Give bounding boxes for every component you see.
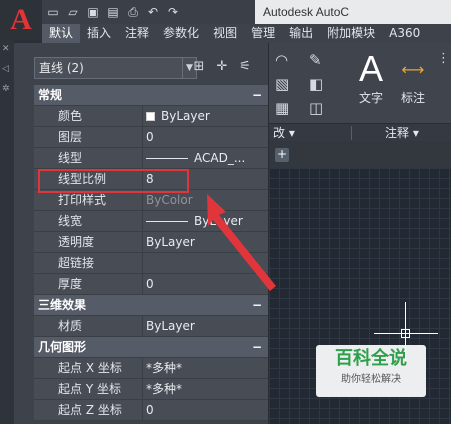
autocad-window: ▭ ▱ ▣ ▤ ⎙ ↶ ↷ Autodesk AutoC A 默认 插入 注释 …: [0, 0, 451, 424]
watermark-title: 百科全说: [335, 348, 407, 369]
watermark-subtitle: 助你轻松解决: [341, 374, 401, 385]
watermark: 百科全说 助你轻松解决: [316, 345, 426, 397]
